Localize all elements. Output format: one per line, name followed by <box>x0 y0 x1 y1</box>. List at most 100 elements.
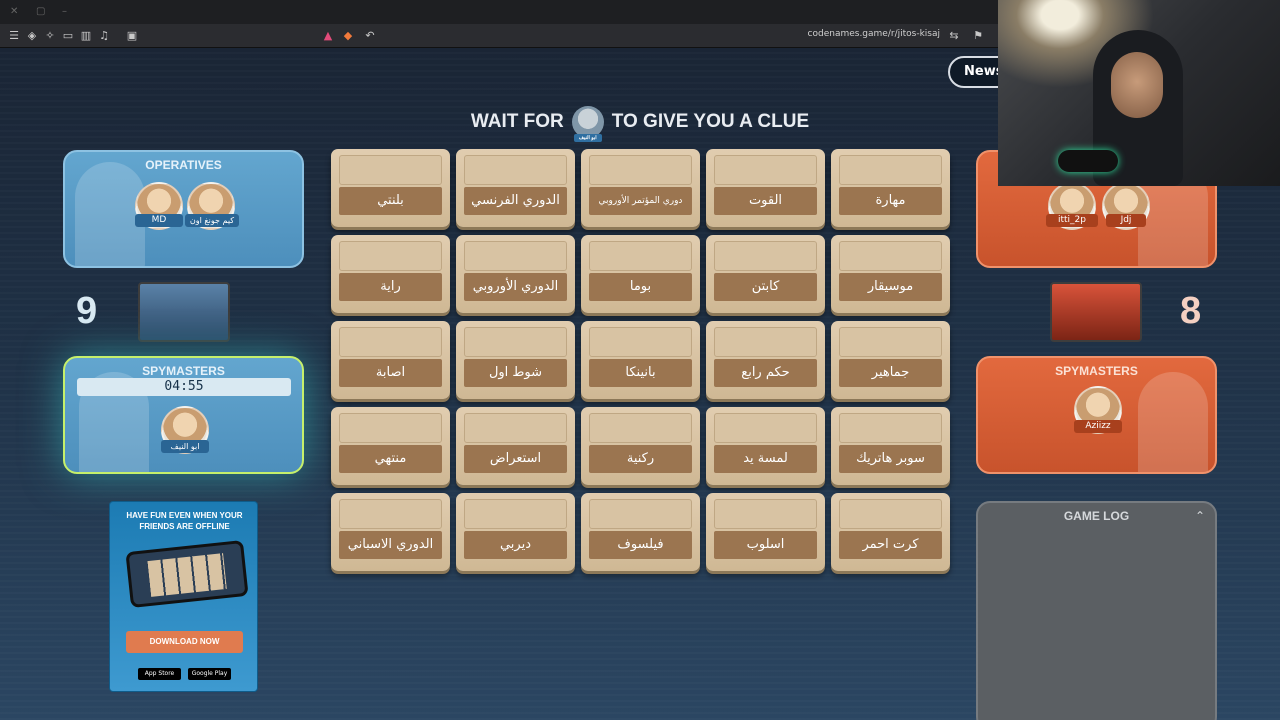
word-card[interactable]: بلنتي <box>331 149 450 227</box>
card-picture-area <box>714 155 817 185</box>
card-word: جماهير <box>839 359 942 387</box>
card-word: مهارة <box>839 187 942 215</box>
translate-icon[interactable]: ⇆ <box>946 28 962 44</box>
google-play-badge[interactable]: Google Play <box>188 668 231 680</box>
red-spy-card <box>1050 282 1142 342</box>
word-card[interactable]: مهارة <box>831 149 950 227</box>
music-icon[interactable]: ♫ <box>96 28 112 44</box>
word-card[interactable]: الدوري الاسباني <box>331 493 450 571</box>
word-card[interactable]: منتهي <box>331 407 450 485</box>
card-word: حكم رابع <box>714 359 817 387</box>
word-card[interactable]: ركنية <box>581 407 700 485</box>
word-card[interactable]: اسلوب <box>706 493 825 571</box>
brave-rewards-icon[interactable]: ▲ <box>320 28 336 44</box>
restore-window-icon[interactable]: ▢ <box>36 7 46 17</box>
word-card[interactable]: كرت احمر <box>831 493 950 571</box>
word-card[interactable]: الدوري الفرنسي <box>456 149 575 227</box>
card-word: سوبر هاتريك <box>839 445 942 473</box>
minimize-window-icon[interactable]: – <box>62 7 72 17</box>
card-picture-area <box>464 155 567 185</box>
word-card[interactable]: استعراض <box>456 407 575 485</box>
card-picture-area <box>839 327 942 357</box>
card-picture-area <box>839 413 942 443</box>
sidebar-icon[interactable]: ▥ <box>78 28 94 44</box>
webcam-overlay <box>998 0 1280 186</box>
download-ad[interactable]: HAVE FUN EVEN WHEN YOUR FRIENDS ARE OFFL… <box>109 501 258 692</box>
player-name: itti_2p <box>1046 214 1098 227</box>
turn-timer: 04:55 <box>77 378 291 396</box>
blue-operatives-panel[interactable]: OPERATIVES MD كيم جونغ اون <box>63 150 304 268</box>
bookmark-icon[interactable]: ⚑ <box>970 28 986 44</box>
spymasters-title: SPYMASTERS <box>1055 364 1138 378</box>
blue-spymasters-panel[interactable]: SPYMASTERS 04:55 ابو النيف <box>63 356 304 474</box>
ad-title: HAVE FUN EVEN WHEN YOUR FRIENDS ARE OFFL… <box>126 511 243 531</box>
word-card[interactable]: حكم رابع <box>706 321 825 399</box>
spymaster-avatar: ابو النيف <box>571 106 604 142</box>
word-card[interactable]: بوما <box>581 235 700 313</box>
word-card[interactable]: دوري المؤتمر الأوروبي <box>581 149 700 227</box>
card-picture-area <box>464 241 567 271</box>
clue-banner: WAIT FOR ابو النيف TO GIVE YOU A CLUE <box>440 104 840 142</box>
card-picture-area <box>589 413 692 443</box>
card-word: الدوري الأوروبي <box>464 273 567 301</box>
blue-score: 9 <box>76 290 98 332</box>
download-now-button[interactable]: DOWNLOAD NOW <box>126 631 243 653</box>
card-picture-area <box>464 413 567 443</box>
card-picture-area <box>464 499 567 529</box>
clue-prefix: WAIT FOR <box>470 111 564 132</box>
game-log-title: GAME LOG <box>1063 509 1130 523</box>
clue-suffix: TO GIVE YOU A CLUE <box>611 111 810 132</box>
word-card[interactable]: اصابة <box>331 321 450 399</box>
card-word: راية <box>339 273 442 301</box>
app-store-badge[interactable]: App Store <box>138 668 181 680</box>
word-card[interactable]: فيلسوف <box>581 493 700 571</box>
red-spymasters-panel[interactable]: SPYMASTERS Aziizz <box>976 356 1217 474</box>
address-bar-url[interactable]: codenames.game/r/jitos-kisaj <box>808 29 940 39</box>
word-card[interactable]: موسيقار <box>831 235 950 313</box>
card-word: بلنتي <box>339 187 442 215</box>
player-name: Aziizz <box>1074 420 1122 433</box>
spymasters-title: SPYMASTERS <box>142 364 225 378</box>
red-score: 8 <box>1180 290 1202 332</box>
word-board: بلنتي الدوري الفرنسي دوري المؤتمر الأوروبي… <box>331 149 951 571</box>
extension-icon[interactable]: ✧ <box>42 28 58 44</box>
word-card[interactable]: راية <box>331 235 450 313</box>
word-card[interactable]: شوط اول <box>456 321 575 399</box>
reload-icon[interactable]: ↶ <box>362 28 378 44</box>
card-picture-area <box>339 413 442 443</box>
card-picture-area <box>589 499 692 529</box>
card-picture-area <box>339 499 442 529</box>
card-word: استعراض <box>464 445 567 473</box>
card-picture-area <box>714 499 817 529</box>
brave-shield-icon[interactable]: ◆ <box>340 28 356 44</box>
menu-icon[interactable]: ☰ <box>6 28 22 44</box>
card-picture-area <box>589 327 692 357</box>
word-card[interactable]: لمسة يد <box>706 407 825 485</box>
blue-spy-card <box>138 282 230 342</box>
card-picture-area <box>589 241 692 271</box>
tab-icon[interactable]: ▣ <box>124 28 140 44</box>
word-card[interactable]: الدوري الأوروبي <box>456 235 575 313</box>
card-word: الدوري الفرنسي <box>464 187 567 215</box>
word-card[interactable]: جماهير <box>831 321 950 399</box>
card-word: لمسة يد <box>714 445 817 473</box>
word-card[interactable]: القوت <box>706 149 825 227</box>
word-card[interactable]: ديربي <box>456 493 575 571</box>
card-word: اسلوب <box>714 531 817 559</box>
card-picture-area <box>839 499 942 529</box>
shield-icon[interactable]: ◈ <box>24 28 40 44</box>
wallet-icon[interactable]: ▭ <box>60 28 76 44</box>
card-word: فيلسوف <box>589 531 692 559</box>
word-card[interactable]: سوبر هاتريك <box>831 407 950 485</box>
card-picture-area <box>339 155 442 185</box>
chevron-up-icon[interactable]: ⌃ <box>1195 509 1205 523</box>
word-card[interactable]: بانينكا <box>581 321 700 399</box>
card-word: بوما <box>589 273 692 301</box>
player-name: ابو النيف <box>161 440 209 453</box>
card-picture-area <box>714 327 817 357</box>
spymaster-avatar-tag: ابو النيف <box>573 134 602 142</box>
close-window-icon[interactable]: ✕ <box>10 7 20 17</box>
card-word: موسيقار <box>839 273 942 301</box>
phone-illustration <box>125 539 249 609</box>
word-card[interactable]: كابتن <box>706 235 825 313</box>
